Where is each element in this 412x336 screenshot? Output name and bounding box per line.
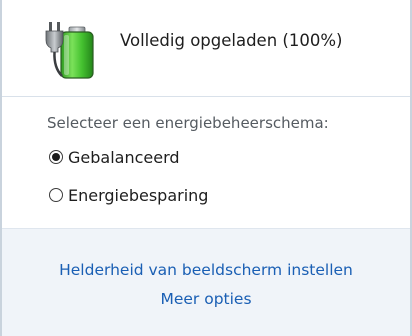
plan-option-power-saver[interactable]: Energiebesparing xyxy=(49,183,208,207)
battery-charging-icon xyxy=(40,18,110,82)
plan-option-balanced[interactable]: Gebalanceerd xyxy=(49,145,180,169)
flyout-footer: Helderheid van beeldscherm instellen Mee… xyxy=(2,228,410,336)
power-plan-heading: Selecteer een energiebeheerschema: xyxy=(47,114,329,132)
radio-unselected-icon[interactable] xyxy=(49,188,63,202)
more-options-link[interactable]: Meer opties xyxy=(2,290,410,308)
battery-status-text: Volledig opgeladen (100%) xyxy=(120,31,343,50)
battery-status-header: Volledig opgeladen (100%) xyxy=(2,0,410,97)
plan-option-label[interactable]: Energiebesparing xyxy=(68,186,208,205)
adjust-brightness-link[interactable]: Helderheid van beeldscherm instellen xyxy=(2,261,410,279)
plan-option-label[interactable]: Gebalanceerd xyxy=(68,148,180,167)
power-plan-section: Selecteer een energiebeheerschema: Gebal… xyxy=(2,97,410,225)
battery-flyout: Volledig opgeladen (100%) Selecteer een … xyxy=(0,0,412,336)
radio-selected-icon[interactable] xyxy=(49,150,63,164)
